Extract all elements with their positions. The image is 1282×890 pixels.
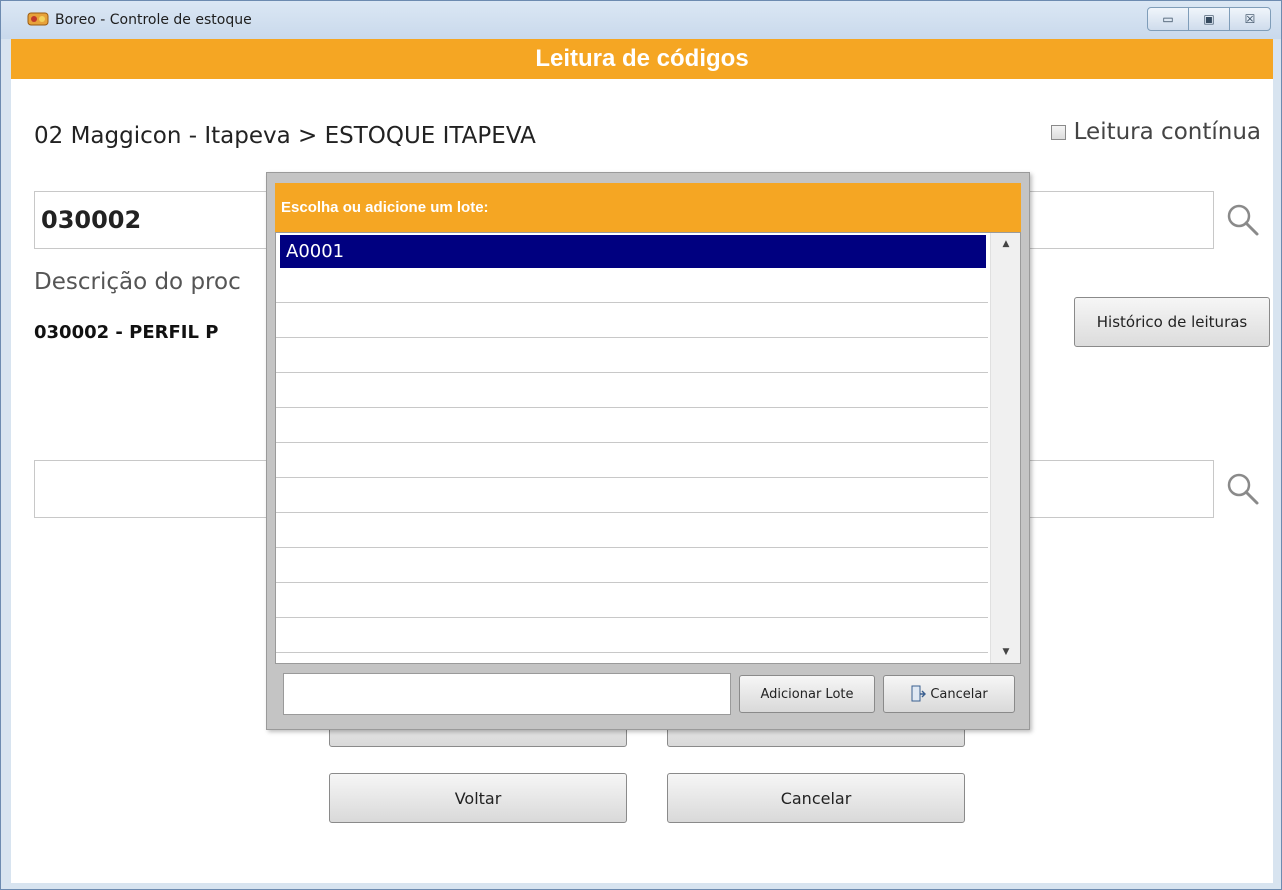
lot-list-item[interactable]: [276, 618, 988, 653]
lot-list-item[interactable]: [276, 338, 988, 373]
dialog-cancel-button[interactable]: Cancelar: [883, 675, 1015, 713]
add-lot-button[interactable]: Adicionar Lote: [739, 675, 875, 713]
description-value: 030002 - PERFIL P: [34, 322, 219, 343]
lot-dialog-title: Escolha ou adicione um lote:: [275, 183, 1021, 232]
lot-list-item[interactable]: A0001: [280, 235, 986, 268]
scroll-up-icon[interactable]: ▲: [991, 239, 1020, 249]
lot-rows: A0001: [276, 233, 988, 653]
page-title: Leitura de códigos: [11, 39, 1273, 79]
lot-search-icon[interactable]: [1226, 472, 1260, 506]
add-lot-label: Adicionar Lote: [760, 686, 854, 702]
lot-list-item[interactable]: [276, 513, 988, 548]
close-icon: ☒: [1244, 12, 1256, 26]
maximize-button[interactable]: ▣: [1188, 7, 1230, 31]
continuous-read-label: Leitura contínua: [1073, 119, 1261, 145]
dialog-cancel-label: Cancelar: [930, 686, 988, 702]
lot-list-scrollbar[interactable]: ▲ ▼: [990, 233, 1020, 663]
continuous-read-checkbox[interactable]: [1050, 124, 1066, 140]
window-controls: ▭ ▣ ☒: [1147, 7, 1271, 31]
continuous-read-toggle[interactable]: Leitura contínua: [1050, 119, 1261, 145]
close-button[interactable]: ☒: [1229, 7, 1271, 31]
lot-list-item[interactable]: [276, 443, 988, 478]
app-logo-icon: [27, 12, 49, 26]
history-button[interactable]: Histórico de leituras: [1074, 297, 1270, 347]
search-icon[interactable]: [1226, 203, 1260, 237]
lot-list-item[interactable]: [276, 548, 988, 583]
description-label: Descrição do proc: [34, 269, 241, 295]
window-title: Boreo - Controle de estoque: [55, 12, 252, 28]
new-lot-input[interactable]: [283, 673, 731, 715]
lot-list-item[interactable]: [276, 303, 988, 338]
lot-list-item[interactable]: [276, 583, 988, 618]
exit-door-icon: [911, 685, 927, 702]
cancel-button[interactable]: Cancelar: [667, 773, 965, 823]
cancel-button-label: Cancelar: [780, 788, 852, 808]
back-button-label: Voltar: [454, 788, 502, 808]
lot-list-item[interactable]: [276, 373, 988, 408]
back-button[interactable]: Voltar: [329, 773, 627, 823]
scroll-down-icon[interactable]: ▼: [991, 647, 1020, 657]
lot-list-item[interactable]: [276, 408, 988, 443]
lot-dialog: Escolha ou adicione um lote: A0001 ▲ ▼ A…: [266, 172, 1030, 730]
maximize-icon: ▣: [1203, 12, 1215, 26]
lot-list-item[interactable]: [276, 268, 988, 303]
title-bar: Boreo - Controle de estoque ▭ ▣ ☒: [1, 1, 1281, 39]
lot-list[interactable]: A0001 ▲ ▼: [275, 232, 1021, 664]
location-breadcrumb: 02 Maggicon - Itapeva > ESTOQUE ITAPEVA: [34, 123, 536, 149]
lot-list-item[interactable]: [276, 478, 988, 513]
minimize-icon: ▭: [1162, 12, 1174, 26]
minimize-button[interactable]: ▭: [1147, 7, 1189, 31]
